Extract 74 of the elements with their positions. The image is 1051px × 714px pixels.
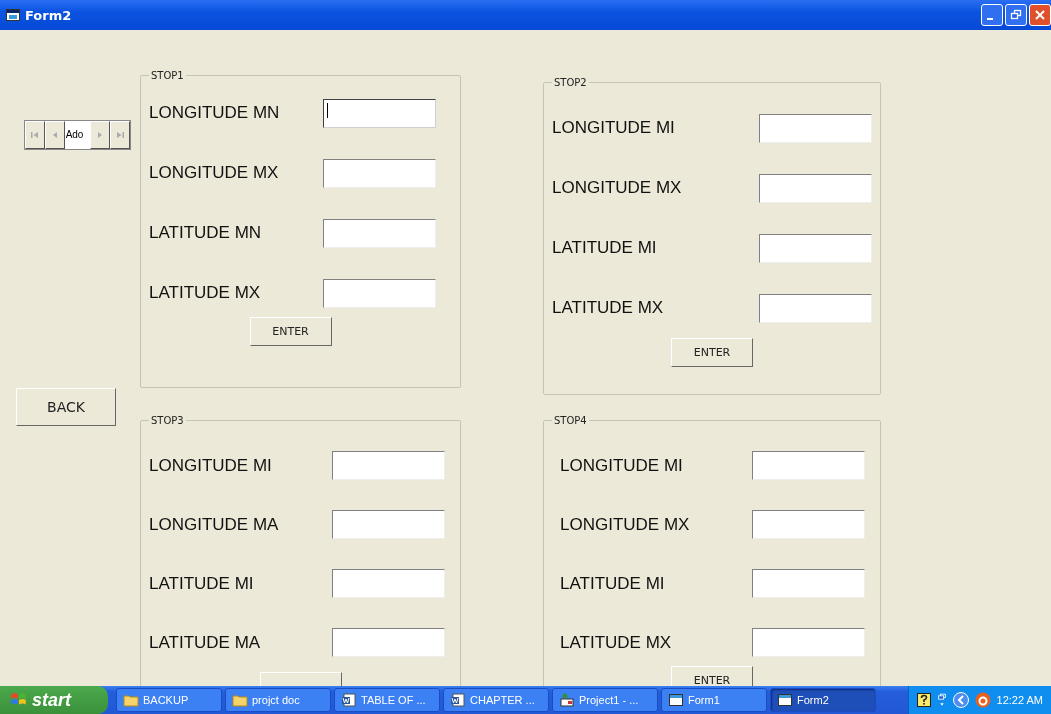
skip-to-end-icon bbox=[115, 130, 126, 140]
minimize-button[interactable] bbox=[981, 4, 1003, 26]
field-label: LONGITUDE MI bbox=[560, 455, 683, 476]
field-label: LATITUDE MI bbox=[149, 573, 254, 594]
field-label: LATITUDE MX bbox=[149, 283, 261, 303]
field-label: LATITUDE MX bbox=[560, 632, 672, 653]
taskbar-button[interactable]: Form1 bbox=[661, 688, 767, 712]
taskbar-button[interactable]: projct doc bbox=[225, 688, 331, 712]
input-field[interactable] bbox=[323, 98, 436, 128]
input-field[interactable] bbox=[332, 510, 445, 539]
field-label: LATITUDE MN bbox=[149, 223, 262, 243]
input-field[interactable] bbox=[323, 278, 436, 308]
taskbar-button[interactable]: Project1 - ... bbox=[552, 688, 658, 712]
input-field[interactable] bbox=[752, 628, 865, 657]
frame-title: STOP1 bbox=[150, 70, 185, 81]
next-record-button[interactable] bbox=[90, 121, 111, 149]
help-icon[interactable] bbox=[916, 693, 931, 707]
input-field[interactable] bbox=[759, 173, 872, 203]
skip-to-start-icon bbox=[29, 130, 40, 140]
input-field[interactable] bbox=[332, 451, 445, 480]
folder-icon bbox=[232, 693, 248, 707]
ring-icon[interactable] bbox=[974, 692, 991, 708]
clock: 12:22 AM bbox=[996, 694, 1043, 706]
input-field[interactable] bbox=[752, 569, 865, 598]
input-field[interactable] bbox=[752, 451, 865, 480]
field-label: LONGITUDE MX bbox=[560, 514, 690, 535]
input-field[interactable] bbox=[759, 113, 872, 143]
navigator-caption: Ado bbox=[64, 121, 91, 149]
taskbar-button[interactable]: TABLE OF ... bbox=[334, 688, 440, 712]
input-field[interactable] bbox=[759, 233, 872, 263]
minimize-icon bbox=[987, 18, 993, 20]
field-label: LONGITUDE MX bbox=[149, 163, 279, 183]
input-field[interactable] bbox=[332, 569, 445, 598]
field-label: LATITUDE MI bbox=[552, 238, 657, 258]
field-label: LATITUDE MX bbox=[552, 298, 664, 318]
close-icon bbox=[1034, 9, 1046, 21]
last-record-button[interactable] bbox=[110, 121, 130, 149]
field-label: LATITUDE MI bbox=[560, 573, 665, 594]
windows-icon[interactable] bbox=[936, 692, 947, 708]
field-label: LONGITUDE MI bbox=[149, 455, 272, 476]
input-field[interactable] bbox=[323, 158, 436, 188]
field-label: LONGITUDE MI bbox=[552, 118, 675, 138]
taskbar-button[interactable]: BACKUP bbox=[116, 688, 222, 712]
input-field[interactable] bbox=[332, 628, 445, 657]
window-icon bbox=[668, 693, 684, 707]
taskbar-button[interactable]: CHAPTER ... bbox=[443, 688, 549, 712]
field-label: LONGITUDE MN bbox=[149, 103, 280, 123]
folder-icon bbox=[123, 693, 139, 707]
project-icon bbox=[559, 693, 575, 707]
document-icon bbox=[450, 693, 466, 707]
window-icon bbox=[6, 9, 20, 21]
enter-button[interactable]: ENTER bbox=[671, 338, 753, 367]
frame-title: STOP3 bbox=[150, 415, 185, 426]
field-label: LONGITUDE MA bbox=[149, 514, 279, 535]
enter-button[interactable]: ENTER bbox=[671, 666, 753, 686]
frame-title: STOP4 bbox=[553, 415, 588, 426]
start-button[interactable]: start bbox=[0, 686, 108, 714]
enter-button[interactable]: ENTER bbox=[249, 317, 332, 346]
first-record-button[interactable] bbox=[25, 121, 45, 149]
frame-title: STOP2 bbox=[553, 77, 588, 88]
restore-icon bbox=[1010, 9, 1022, 21]
window-icon bbox=[777, 693, 793, 707]
input-field[interactable] bbox=[759, 293, 872, 323]
taskbar-button[interactable]: Form2 bbox=[770, 688, 876, 712]
field-label: LONGITUDE MX bbox=[552, 178, 682, 198]
document-icon bbox=[341, 693, 357, 707]
back-button[interactable]: BACK bbox=[16, 388, 116, 426]
close-button[interactable] bbox=[1029, 4, 1051, 26]
field-label: LATITUDE MA bbox=[149, 632, 261, 653]
input-field[interactable] bbox=[752, 510, 865, 539]
input-field[interactable] bbox=[323, 218, 436, 248]
window-title: Form2 bbox=[25, 7, 72, 23]
restore-button[interactable] bbox=[1005, 4, 1027, 26]
previous-record-button[interactable] bbox=[44, 121, 65, 149]
